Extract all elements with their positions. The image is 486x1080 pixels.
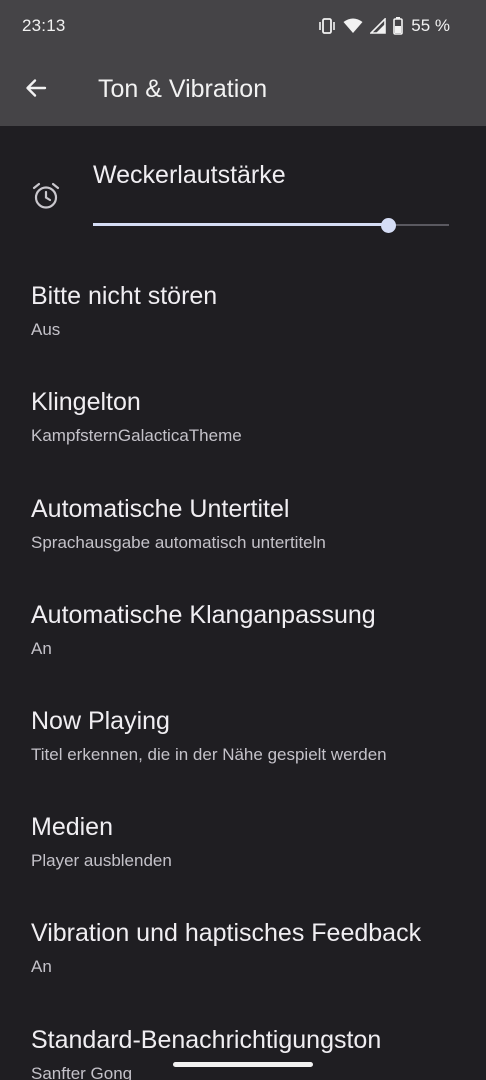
setting-subtitle: Sanfter Gong — [31, 1064, 133, 1080]
slider-fill — [93, 223, 388, 226]
setting-subtitle: Sprachausgabe automatisch untertiteln — [31, 533, 326, 552]
setting-subtitle: Aus — [31, 320, 61, 339]
setting-subtitle: An — [31, 957, 52, 976]
battery-icon — [393, 17, 404, 35]
setting-title: Vibration und haptisches Feedback — [31, 919, 422, 947]
setting-live-caption[interactable]: Automatische Untertitel Sprachausgabe au… — [0, 495, 486, 601]
signal-icon — [370, 18, 387, 34]
setting-title: Klingelton — [31, 388, 141, 416]
status-time: 23:13 — [22, 16, 66, 35]
setting-title: Medien — [31, 813, 113, 841]
setting-now-playing[interactable]: Now Playing Titel erkennen, die in der N… — [0, 707, 486, 813]
setting-vibration-haptics[interactable]: Vibration und haptisches Feedback An — [0, 919, 486, 1025]
setting-title: Standard-Benachrichtigungston — [31, 1026, 382, 1054]
setting-subtitle: An — [31, 639, 52, 658]
battery-percent: 55 % — [411, 16, 450, 35]
setting-subtitle: Player ausblenden — [31, 851, 172, 870]
settings-screen: 23:13 55 % Ton & Vibration Weckerlautstä… — [0, 0, 486, 1080]
setting-title: Bitte nicht stören — [31, 282, 218, 310]
alarm-volume-row: Weckerlautstärke — [0, 126, 486, 256]
arrow-back-icon — [24, 76, 48, 105]
setting-title: Automatische Untertitel — [31, 495, 290, 523]
back-button[interactable] — [14, 68, 58, 112]
setting-title: Automatische Klanganpassung — [31, 601, 376, 629]
alarm-volume-slider[interactable] — [93, 216, 449, 234]
setting-title: Now Playing — [31, 707, 170, 735]
page-title: Ton & Vibration — [98, 75, 268, 103]
setting-subtitle: KampfsternGalacticaTheme — [31, 426, 242, 445]
alarm-volume-label: Weckerlautstärke — [93, 161, 286, 189]
setting-subtitle: Titel erkennen, die in der Nähe gespielt… — [31, 745, 387, 764]
status-bar: 23:13 55 % — [0, 0, 486, 54]
setting-media[interactable]: Medien Player ausblenden — [0, 813, 486, 919]
setting-do-not-disturb[interactable]: Bitte nicht stören Aus — [0, 282, 486, 388]
slider-thumb[interactable] — [381, 218, 396, 233]
alarm-clock-icon — [31, 181, 61, 211]
setting-default-notification-sound[interactable]: Standard-Benachrichtigungston Sanfter Go… — [0, 1026, 486, 1080]
setting-adaptive-sound[interactable]: Automatische Klanganpassung An — [0, 601, 486, 707]
status-icons: 55 % — [318, 15, 450, 37]
wifi-icon — [343, 18, 363, 34]
vibrate-icon — [318, 18, 336, 34]
setting-ringtone[interactable]: Klingelton KampfsternGalacticaTheme — [0, 388, 486, 494]
app-bar: Ton & Vibration — [0, 54, 486, 126]
navigation-handle[interactable] — [173, 1062, 313, 1067]
